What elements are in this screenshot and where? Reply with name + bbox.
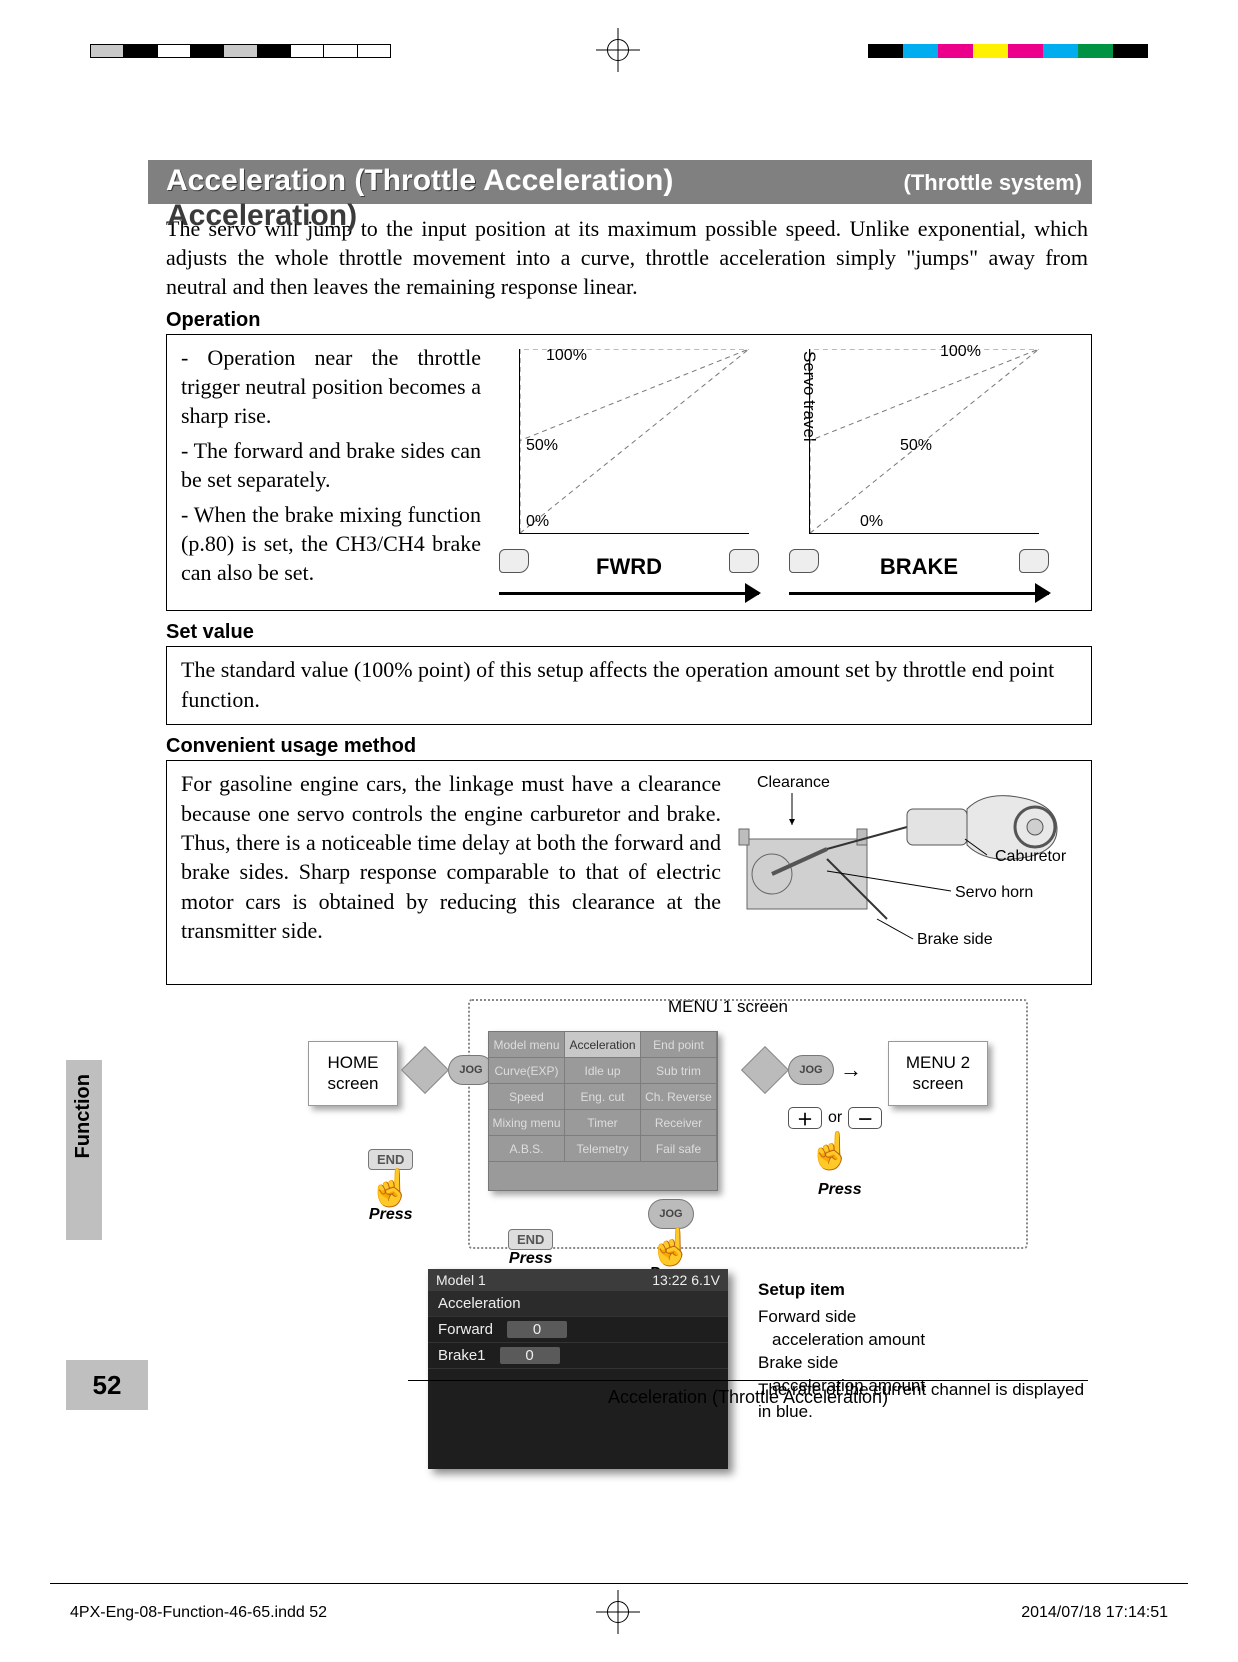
setup-line: Forward side [758, 1306, 925, 1329]
fwrd-label: FWRD [537, 554, 721, 580]
trigger-icon [789, 549, 819, 573]
setup-heading: Setup item [758, 1279, 925, 1302]
fwrd-graph: 0% 50% 100% FWRD [499, 349, 759, 600]
setvalue-text: The standard value (100% point) of this … [181, 657, 1054, 711]
operation-bullet: - When the brake mixing function (p.80) … [181, 500, 481, 587]
tick-label: 0% [526, 513, 549, 531]
dpad-icon [741, 1046, 789, 1094]
end-press-mid: END Press [508, 1229, 553, 1268]
operation-heading: Operation [166, 309, 1092, 332]
registration-top [0, 30, 1238, 70]
tick-label: 0% [860, 513, 883, 531]
panel-row-label: Brake1 [438, 1347, 486, 1364]
trigger-icon [729, 549, 759, 573]
operation-box: - Operation near the throttle trigger ne… [166, 334, 1092, 611]
plus-button[interactable]: ＋ [788, 1107, 822, 1129]
operation-graphs: Servo travel 0% 50% 100% FWRD [499, 343, 1077, 600]
svg-text:Caburetor: Caburetor [995, 848, 1067, 865]
pointing-hand-icon: ☝ [368, 1167, 413, 1208]
convenient-heading: Convenient usage method [166, 735, 1092, 758]
jog-right: JOG → [748, 1053, 862, 1087]
tick-label: 50% [900, 437, 932, 455]
arrow-right-icon [499, 586, 759, 600]
page-number: 52 [93, 1370, 122, 1401]
panel-model: Model 1 [436, 1272, 486, 1288]
minus-button[interactable]: － [848, 1107, 882, 1129]
menu1-screen: Model menuAccelerationEnd point Curve(EX… [488, 1031, 718, 1191]
or-label: or [828, 1109, 842, 1127]
footer-rule [50, 1583, 1188, 1584]
panel-row-value: 0 [500, 1347, 560, 1364]
convenient-box: For gasoline engine cars, the linkage mu… [166, 760, 1092, 985]
panel-row-label: Forward [438, 1321, 493, 1338]
page-number-tab: 52 [66, 1360, 148, 1410]
operation-bullet: - The forward and brake sides can be set… [181, 436, 481, 494]
hand-press: ☝ [808, 1133, 853, 1169]
navigation-diagram: MENU 1 screen HOME screen MENU 2 screen … [248, 999, 1092, 1429]
panel-title: Acceleration [438, 1295, 521, 1312]
jog-button[interactable]: JOG [788, 1055, 834, 1085]
jog-button[interactable]: JOG [648, 1199, 694, 1229]
brake-label: BRAKE [827, 554, 1011, 580]
convenient-text: For gasoline engine cars, the linkage mu… [181, 769, 721, 974]
panel-volt: 6.1V [691, 1272, 720, 1288]
function-side-tab: Function [66, 1060, 102, 1240]
tick-label: 100% [940, 343, 981, 361]
section-subtitle: (Throttle system) [904, 170, 1082, 196]
pointing-hand-icon: ☝ [649, 1226, 694, 1267]
print-file: 4PX-Eng-08-Function-46-65.indd 52 [70, 1604, 327, 1622]
home-screen-box: HOME screen [308, 1041, 398, 1106]
trigger-icon [499, 549, 529, 573]
section-title: Acceleration (Throttle Acceleration) Acc… [166, 164, 673, 198]
press-label: Press [509, 1250, 553, 1267]
setvalue-heading: Set value [166, 621, 1092, 644]
setup-line: acceleration amount [772, 1329, 925, 1352]
operation-bullet: - Operation near the throttle trigger ne… [181, 343, 481, 430]
svg-text:Servo horn: Servo horn [955, 884, 1033, 901]
tick-label: 100% [546, 347, 587, 365]
dpad-icon [401, 1046, 449, 1094]
operation-text: - Operation near the throttle trigger ne… [181, 343, 481, 600]
setup-line: Brake side [758, 1352, 925, 1375]
clearance-label: Clearance [757, 774, 830, 791]
acceleration-panel: Model 1 13:22 6.1V Acceleration Forward 0… [428, 1269, 728, 1469]
setvalue-box: The standard value (100% point) of this … [166, 646, 1092, 725]
panel-time: 13:22 [652, 1272, 687, 1288]
print-timestamp: 2014/07/18 17:14:51 [1021, 1604, 1168, 1622]
brake-graph: 0% 50% 100% BRAKE [789, 349, 1049, 600]
pointing-hand-icon: ☝ [808, 1130, 853, 1171]
press-label: Press [369, 1206, 413, 1223]
registration-mark-icon [604, 36, 632, 64]
print-footer: 4PX-Eng-08-Function-46-65.indd 52 2014/0… [70, 1604, 1168, 1622]
press-label: Press [818, 1181, 862, 1199]
menu2-screen-box: MENU 2 screen [888, 1041, 988, 1106]
panel-row-value: 0 [507, 1321, 567, 1338]
carburetor-diagram: Clearance Caburetor [737, 769, 1077, 974]
end-press-left: END ☝ Press [368, 1149, 413, 1224]
page-content: Acceleration (Throttle Acceleration) Acc… [148, 160, 1092, 1429]
arrow-right-icon [789, 586, 1049, 600]
plus-minus-group: ＋ or － [788, 1107, 882, 1129]
tick-label: 50% [526, 437, 558, 455]
trigger-icon [1019, 549, 1049, 573]
end-button[interactable]: END [508, 1229, 553, 1250]
footer-caption: Acceleration (Throttle Acceleration) [408, 1380, 1088, 1408]
function-side-label: Function [72, 1074, 95, 1158]
svg-text:Brake side: Brake side [917, 931, 993, 948]
section-title-bar: Acceleration (Throttle Acceleration) Acc… [148, 160, 1092, 204]
